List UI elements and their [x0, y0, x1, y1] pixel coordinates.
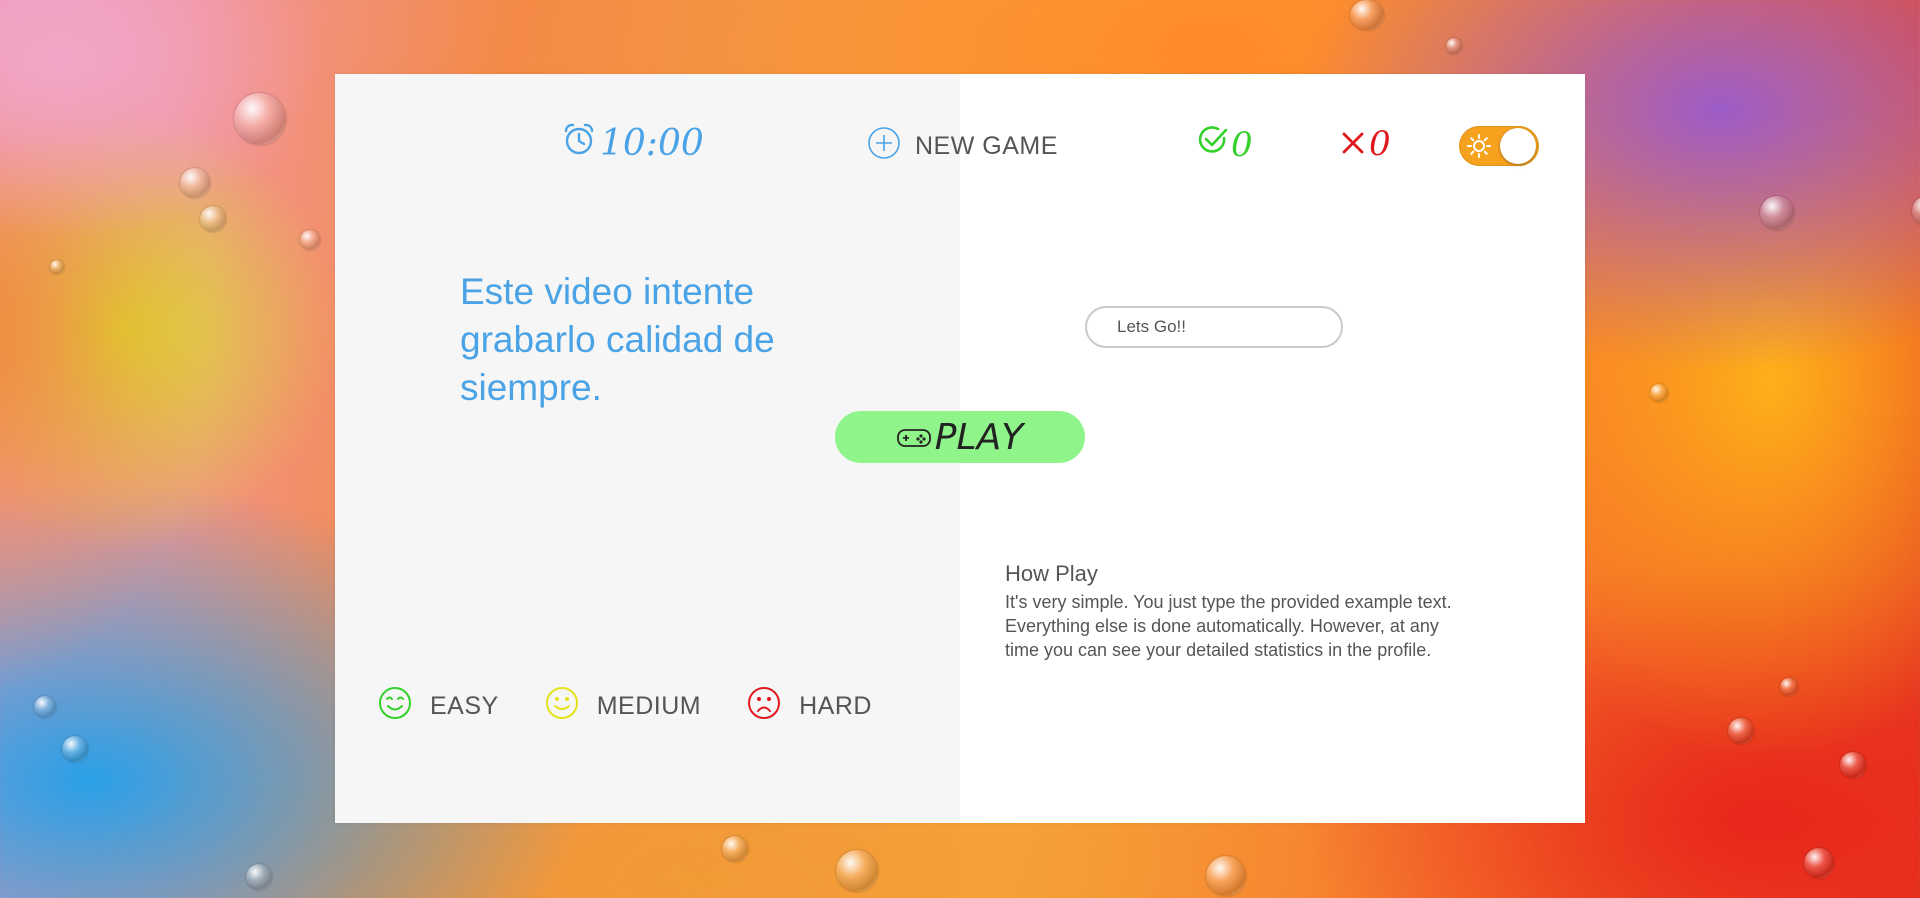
correct-counter: 0	[1197, 124, 1253, 165]
theme-toggle[interactable]	[1459, 126, 1539, 166]
timer: 10:00	[562, 122, 704, 165]
difficulty-hard-button[interactable]: HARD	[747, 686, 872, 727]
gamepad-icon	[896, 417, 931, 458]
background-bubble	[62, 736, 88, 762]
background-bubble	[246, 864, 272, 890]
how-play-title: How Play	[1005, 561, 1098, 586]
neutral-face-icon	[545, 686, 579, 727]
alarm-clock-icon	[562, 122, 596, 165]
difficulty-easy-button[interactable]: EASY	[378, 686, 499, 727]
x-icon	[1341, 124, 1365, 164]
toggle-knob	[1500, 128, 1536, 164]
typing-input[interactable]	[1085, 306, 1343, 348]
new-game-button[interactable]: NEW GAME	[867, 126, 1058, 167]
background-bubble	[1912, 196, 1920, 226]
sun-icon	[1467, 134, 1491, 163]
plus-circle-icon	[867, 126, 901, 167]
background-bubble	[1650, 384, 1668, 402]
how-play-body: It's very simple. You just type the prov…	[1005, 592, 1452, 660]
background-bubble	[180, 168, 210, 198]
difficulty-easy-label: EASY	[430, 692, 499, 720]
background-bubble	[1760, 196, 1794, 230]
background-bubble	[722, 836, 748, 862]
background-bubble	[50, 260, 64, 274]
background-bubble	[1350, 0, 1384, 30]
background-bubble	[1446, 38, 1462, 54]
wrong-count: 0	[1369, 124, 1391, 164]
wrong-counter: 0	[1341, 124, 1391, 164]
smile-icon	[378, 686, 412, 727]
correct-count: 0	[1231, 124, 1253, 165]
background-bubble	[200, 206, 226, 232]
difficulty-medium-button[interactable]: MEDIUM	[545, 686, 701, 727]
sample-text: Este video intente grabarlo calidad de s…	[460, 271, 775, 408]
difficulty-hard-label: HARD	[799, 692, 872, 720]
check-circle-icon	[1197, 124, 1229, 165]
background-bubble	[1780, 678, 1798, 696]
background-bubble	[1206, 856, 1246, 896]
difficulty-selector: EASY MEDIUM HARD	[378, 686, 872, 727]
how-play-section: How Play It's very simple. You just type…	[1005, 561, 1455, 662]
background-bubble	[34, 696, 56, 718]
background-bubble	[1840, 752, 1866, 778]
background-bubble	[1728, 718, 1754, 744]
play-label: PLAY	[934, 416, 1024, 458]
background-bubble	[234, 93, 286, 145]
background-bubble	[300, 230, 320, 250]
background-bubble	[836, 850, 878, 892]
background-bubble	[1804, 848, 1834, 878]
game-card: 10:00 NEW GAME 0 0 Este video intente gr…	[335, 74, 1585, 823]
new-game-label: NEW GAME	[915, 132, 1058, 160]
timer-value: 10:00	[600, 123, 704, 164]
sad-face-icon	[747, 686, 781, 727]
difficulty-medium-label: MEDIUM	[596, 692, 702, 720]
play-button[interactable]: PLAY	[835, 411, 1085, 463]
